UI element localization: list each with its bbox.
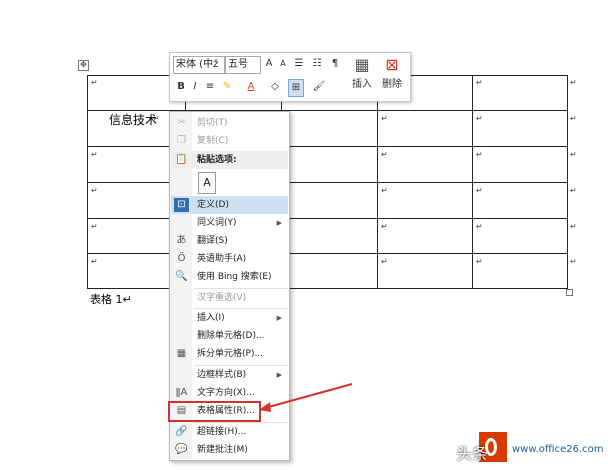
- center-align-button[interactable]: ≡: [203, 79, 217, 95]
- font-name-select[interactable]: 宋体 (中ž: [173, 56, 225, 74]
- delete-label: 删除: [382, 79, 402, 90]
- menu-item-translate[interactable]: あ 翻译(S): [171, 232, 288, 250]
- annotation-arrow-icon: [259, 383, 353, 412]
- english-assistant-icon: Ӧ: [177, 253, 186, 264]
- cell-end-mark: ↵: [476, 114, 483, 123]
- cell-end-mark: ↵: [381, 257, 388, 266]
- menu-item-new-comment[interactable]: 💬 新建批注(M): [171, 441, 288, 459]
- annotation-highlight-box: [168, 401, 261, 422]
- format-painter-icon[interactable]: 🖌: [312, 79, 326, 95]
- table-cell-text[interactable]: 信息技术: [109, 111, 157, 128]
- menu-item-reconvert[interactable]: 汉字重选(V): [171, 289, 288, 307]
- watermark-site: www.office26.com: [512, 444, 604, 455]
- menu-item-copy[interactable]: ❐ 复制(C): [171, 132, 288, 150]
- menu-item-insert[interactable]: 插入(I) ▶: [171, 309, 288, 327]
- insert-table-button[interactable]: ▦ 插入: [348, 55, 376, 95]
- cell-end-mark: ↵: [91, 257, 98, 266]
- menu-item-cut[interactable]: ✂ 剪切(T): [171, 114, 288, 132]
- menu-item-define[interactable]: ⊡ 定义(D): [171, 196, 288, 214]
- submenu-arrow-icon: ▶: [276, 219, 282, 227]
- menu-item-delete-cells[interactable]: 删除单元格(D)...: [171, 327, 288, 345]
- menu-item-bing-search[interactable]: 🔍 使用 Bing 搜索(E): [171, 268, 288, 286]
- table-resize-handle[interactable]: [566, 289, 573, 296]
- numbering-icon[interactable]: ☷: [310, 56, 324, 72]
- cell-end-mark: ↵: [153, 114, 160, 123]
- cell-end-mark: ↵: [91, 150, 98, 159]
- menu-item-synonyms[interactable]: 同义词(Y) ▶: [171, 214, 288, 232]
- borders-icon[interactable]: ⊞: [288, 79, 304, 97]
- cell-end-mark: ↵: [91, 186, 98, 195]
- delete-table-button[interactable]: ⊠ 删除: [378, 55, 406, 95]
- cell-end-mark: ↵: [381, 222, 388, 231]
- styles-icon[interactable]: ¶: [328, 56, 342, 72]
- cell-end-mark: ↵: [381, 150, 388, 159]
- document-table: 信息技术 ↵ ↵ ↵ ↵ ↵ ↵ ↵ ↵ ↵ ↵ ↵ ↵ ↵ ↵ ↵ ↵ ↵ ↵…: [87, 75, 577, 289]
- shading-icon[interactable]: ◇: [268, 79, 282, 95]
- bing-search-icon: 🔍: [175, 271, 188, 282]
- table-delete-icon: ⊠: [385, 55, 399, 74]
- row-end-mark: ↵: [570, 257, 577, 266]
- menu-item-hyperlink[interactable]: 🔗 超链接(H)...: [171, 423, 288, 441]
- menu-item-split-cells[interactable]: ▦ 拆分单元格(P)...: [171, 345, 288, 363]
- define-icon: ⊡: [174, 198, 189, 212]
- font-color-button[interactable]: A: [244, 79, 258, 95]
- bold-button[interactable]: B: [174, 79, 188, 95]
- watermark-text: 头条: [456, 444, 489, 463]
- row-end-mark: ↵: [570, 150, 577, 159]
- row-end-mark: ↵: [570, 78, 577, 87]
- hyperlink-icon: 🔗: [175, 426, 188, 437]
- table-grid-icon: ▦: [354, 55, 370, 74]
- translate-icon: あ: [176, 235, 187, 246]
- scissors-icon: ✂: [177, 117, 186, 128]
- table-caption: 表格 1↵: [90, 293, 132, 306]
- row-end-mark: ↵: [570, 222, 577, 231]
- cell-end-mark: ↵: [381, 186, 388, 195]
- cell-end-mark: ↵: [476, 186, 483, 195]
- table-move-handle[interactable]: ✥: [78, 60, 89, 71]
- bullets-icon[interactable]: ☰: [292, 56, 306, 72]
- submenu-arrow-icon: ▶: [276, 314, 282, 322]
- copy-icon: ❐: [177, 135, 186, 146]
- cell-end-mark: ↵: [91, 78, 98, 87]
- cell-end-mark: ↵: [91, 222, 98, 231]
- grow-font-icon[interactable]: A: [262, 56, 276, 72]
- row-end-mark: ↵: [570, 114, 577, 123]
- shrink-font-icon[interactable]: A: [276, 56, 290, 72]
- split-cells-icon: ▦: [176, 348, 187, 359]
- italic-button[interactable]: I: [188, 79, 202, 95]
- cell-end-mark: ↵: [476, 78, 483, 87]
- menu-item-english-assistant[interactable]: Ӧ 英语助手(A): [171, 250, 288, 268]
- new-comment-icon: 💬: [175, 444, 188, 455]
- text-direction-icon: ǁA: [175, 387, 188, 398]
- paste-icon: 📋: [175, 154, 188, 165]
- mini-toolbar: 宋体 (中ž 五号 A A ☰ ☷ ¶ B I ≡ ✎ A ◇ ⊞ 🖌 ▦ 插入…: [169, 52, 411, 102]
- highlight-color-icon[interactable]: ✎: [220, 79, 234, 95]
- cell-end-mark: ↵: [476, 150, 483, 159]
- row-end-mark: ↵: [570, 186, 577, 195]
- paste-keep-text-only-icon[interactable]: A: [198, 172, 216, 194]
- cell-end-mark: ↵: [476, 222, 483, 231]
- cell-end-mark: ↵: [476, 257, 483, 266]
- font-size-select[interactable]: 五号: [225, 56, 261, 74]
- paste-options-header: 📋 粘贴选项:: [171, 151, 288, 169]
- insert-label: 插入: [352, 79, 372, 90]
- cell-end-mark: ↵: [381, 114, 388, 123]
